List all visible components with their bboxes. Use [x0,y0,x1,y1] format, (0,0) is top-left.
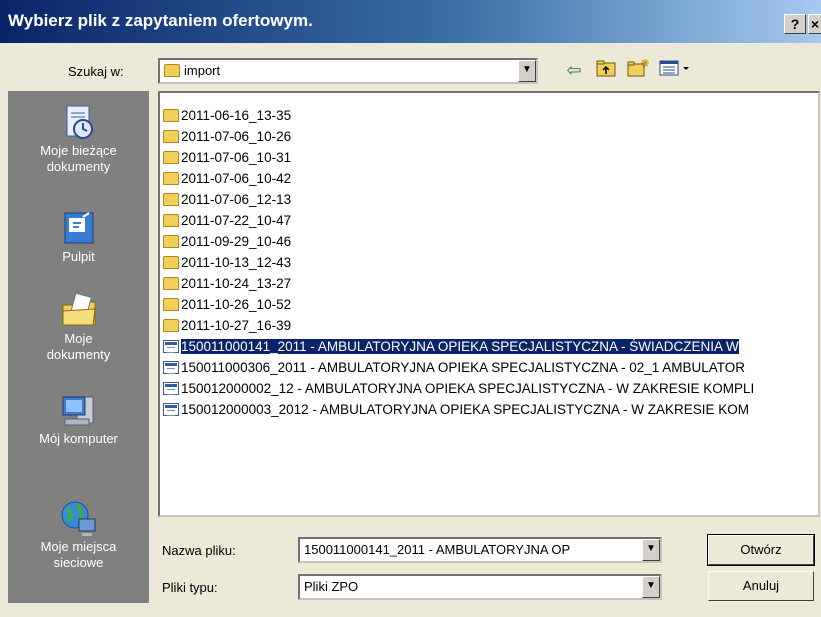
close-button[interactable]: × [808,14,821,34]
list-item-name: 2011-10-27_16-39 [181,318,292,333]
list-item-name: 2011-09-29_10-46 [181,234,292,249]
list-item[interactable]: 2011-07-06_10-26 [163,126,291,147]
look-in-combo[interactable]: import ▼ [158,58,538,84]
list-item[interactable]: 150012000002_12 - AMBULATORYJNA OPIEKA S… [163,378,754,399]
place-network-places[interactable]: Moje miejsca sieciowe [8,499,149,571]
my-computer-icon [59,391,99,431]
cancel-button[interactable]: Anuluj [708,571,814,601]
folder-icon [163,109,179,122]
list-item[interactable]: 2011-10-24_13-27 [163,273,291,294]
document-icon [163,382,179,395]
list-item-name: 150011000306_2011 - AMBULATORYJNA OPIEKA… [181,360,746,375]
look-in-label: Szukaj w: [68,64,124,79]
list-item[interactable]: 2011-09-29_10-46 [163,231,291,252]
place-recent-documents[interactable]: Moje bieżące dokumenty [8,103,149,175]
list-item-name: 2011-10-13_12-43 [181,255,292,270]
list-item[interactable]: 2011-07-06_12-13 [163,189,291,210]
look-in-value: import [184,63,221,78]
network-places-icon [59,499,99,539]
list-item[interactable]: 150012000003_2012 - AMBULATORYJNA OPIEKA… [163,399,749,420]
list-item[interactable]: 2011-10-26_10-52 [163,294,291,315]
list-item[interactable]: 2011-07-06_10-31 [163,147,291,168]
filename-value: 150011000141_2011 - AMBULATORYJNA OP [304,542,571,557]
help-button[interactable]: ? [784,14,806,34]
view-menu-icon[interactable] [658,58,692,82]
folder-icon [163,319,179,332]
places-bar: Moje bieżące dokumenty Pulpit Moje dokum… [8,91,149,603]
file-open-dialog: Wybierz plik z zapytaniem ofertowym. ? ×… [0,0,821,617]
list-item-name: 2011-07-06_12-13 [181,192,292,207]
filetype-select[interactable]: Pliki ZPO ▼ [298,574,662,600]
file-list[interactable]: 2011-06-16_13-35 2011-07-06_10-26 2011-0… [158,91,820,517]
place-label: dokumenty [46,159,111,174]
filetype-label: Pliki typu: [162,580,218,595]
look-in-dropdown-arrow-icon[interactable]: ▼ [518,60,536,82]
filename-label: Nazwa pliku: [162,543,236,558]
document-icon [163,340,179,353]
list-item-name: 2011-07-22_10-47 [181,213,292,228]
place-my-computer[interactable]: Mój komputer [8,391,149,447]
filetype-dropdown-arrow-icon[interactable]: ▼ [642,576,660,598]
back-icon[interactable]: ⇦ [562,58,586,82]
my-documents-icon [59,291,99,331]
document-icon [163,361,179,374]
folder-icon [163,235,179,248]
desktop-icon [59,209,99,249]
folder-icon [163,256,179,269]
list-item-name: 150011000141_2011 - AMBULATORYJNA OPIEKA… [181,339,739,354]
place-label: Moje [64,331,93,346]
title-bar[interactable]: Wybierz plik z zapytaniem ofertowym. ? × [0,0,821,43]
list-item[interactable]: 150011000306_2011 - AMBULATORYJNA OPIEKA… [163,357,745,378]
place-label: Pulpit [62,249,95,264]
folder-icon [164,64,180,77]
up-folder-icon[interactable] [594,58,618,82]
open-button[interactable]: Otwórz [707,534,815,566]
list-item-name: 150012000003_2012 - AMBULATORYJNA OPIEKA… [181,402,749,417]
folder-icon [163,172,179,185]
filename-input[interactable]: 150011000141_2011 - AMBULATORYJNA OP ▼ [298,537,662,563]
dialog-title: Wybierz plik z zapytaniem ofertowym. [8,11,313,30]
place-label: Moje bieżące [40,143,117,158]
look-in-value-wrap: import [164,63,220,78]
list-item[interactable]: 2011-10-13_12-43 [163,252,291,273]
folder-icon [163,130,179,143]
place-label: Moje miejsca [40,539,117,554]
list-item-name: 2011-10-26_10-52 [181,297,292,312]
folder-icon [163,214,179,227]
list-item[interactable]: 2011-07-06_10-42 [163,168,291,189]
list-item-name: 2011-10-24_13-27 [181,276,292,291]
folder-icon [163,151,179,164]
folder-icon [163,277,179,290]
place-label: sieciowe [53,555,104,570]
folder-icon [163,193,179,206]
list-item-name: 150012000002_12 - AMBULATORYJNA OPIEKA S… [181,381,755,396]
list-item-name: 2011-07-06_10-26 [181,129,292,144]
document-icon [163,403,179,416]
place-my-documents[interactable]: Moje dokumenty [8,291,149,363]
recent-documents-icon [59,103,99,143]
folder-icon [163,298,179,311]
list-item[interactable]: 2011-10-27_16-39 [163,315,291,336]
filetype-value: Pliki ZPO [304,579,359,594]
place-desktop[interactable]: Pulpit [8,209,149,265]
list-item[interactable]: 2011-06-16_13-35 [163,105,291,126]
place-label: dokumenty [46,347,111,362]
list-item-selected[interactable]: 150011000141_2011 - AMBULATORYJNA OPIEKA… [163,336,739,357]
list-item-name: 2011-07-06_10-31 [181,150,292,165]
list-item-name: 2011-07-06_10-42 [181,171,292,186]
list-item-name: 2011-06-16_13-35 [181,108,292,123]
list-item[interactable]: 2011-07-22_10-47 [163,210,291,231]
new-folder-icon[interactable] [626,58,650,82]
filename-dropdown-arrow-icon[interactable]: ▼ [642,539,660,561]
place-label: Mój komputer [39,431,118,446]
